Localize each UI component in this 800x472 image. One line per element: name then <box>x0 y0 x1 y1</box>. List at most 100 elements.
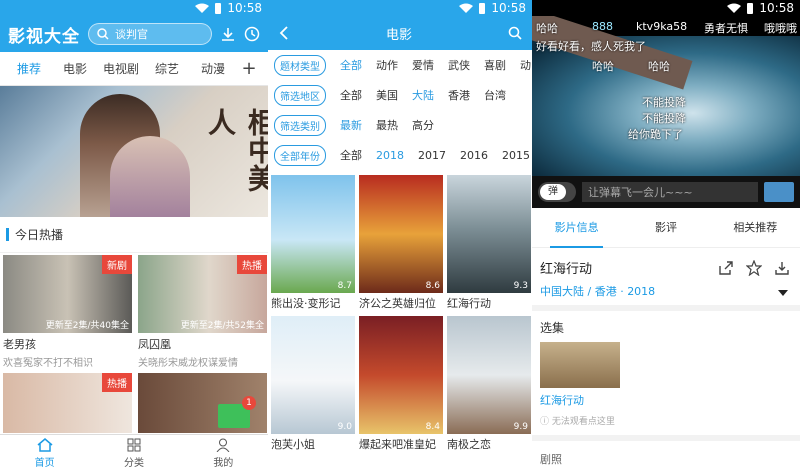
movie-score: 9.3 <box>513 281 528 291</box>
cannot-play-link[interactable]: ⓘ 无法观看点这里 <box>540 414 792 427</box>
filter-option[interactable]: 香港 <box>448 87 470 103</box>
wifi-icon <box>727 3 742 13</box>
danmaku-toggle[interactable]: 弹 <box>538 182 576 202</box>
show-thumbnail: 新剧 更新至2集/共40集全 <box>3 255 132 333</box>
show-thumbnail: 热播 <box>3 373 132 433</box>
movie-poster: 8.4 <box>359 316 443 434</box>
add-tab-icon[interactable]: + <box>236 58 262 79</box>
battery-icon <box>215 2 222 14</box>
movie-poster: 9.9 <box>447 316 531 434</box>
tab-movies[interactable]: 电影 <box>52 60 98 77</box>
nav-label: 我的 <box>213 458 234 469</box>
filter-option[interactable]: 2015 <box>502 149 530 162</box>
filter-option[interactable]: 台湾 <box>484 87 506 103</box>
filter-sort: 筛选类别 最新 最热 高分 <box>268 110 532 140</box>
show-card[interactable]: 热播 <box>3 373 132 433</box>
tab-recommend[interactable]: 推荐 <box>6 60 52 77</box>
show-card[interactable]: 新剧 更新至2集/共40集全 老男孩 欢喜冤家不打不相识 <box>3 255 132 369</box>
nav-label: 首页 <box>34 458 55 469</box>
filter-option[interactable]: 高分 <box>412 117 434 133</box>
danmaku-input[interactable]: 让弹幕飞一会儿~~~ <box>582 182 758 202</box>
filter-option[interactable]: 喜剧 <box>484 57 506 73</box>
filter-option[interactable]: 爱情 <box>412 57 434 73</box>
episode-title[interactable]: 红海行动 <box>540 392 792 408</box>
share-icon[interactable] <box>718 260 734 276</box>
nav-home[interactable]: 首页 <box>0 435 89 472</box>
hero-banner[interactable]: 柜中美人 <box>0 86 268 217</box>
show-thumbnail: 热播 更新至2集/共52集全 <box>138 255 267 333</box>
danmaku-comment: 哈哈 <box>648 60 670 73</box>
danmaku-comment: ktv9ka58 <box>636 20 688 33</box>
battery-icon <box>479 2 486 14</box>
filter-option[interactable]: 最热 <box>376 117 398 133</box>
status-time: 10:58 <box>759 1 794 15</box>
movie-card[interactable]: 9.0 泡芙小姐 <box>271 316 355 457</box>
movie-card[interactable]: 8.7 熊出没·变形记 <box>271 175 355 316</box>
filter-option[interactable]: 全部 <box>340 57 362 73</box>
search-input[interactable]: 谈判官 <box>88 23 212 45</box>
status-time: 10:58 <box>491 1 526 15</box>
page-title: 电影 <box>385 27 412 43</box>
episode-thumbnail[interactable] <box>540 342 620 388</box>
status-time: 10:58 <box>227 1 262 15</box>
home-screen: 10:58 影视大全 谈判官 推荐 电影 电视剧 综艺 动漫 + 柜中美人 今日… <box>0 0 268 472</box>
filter-option[interactable]: 武侠 <box>448 57 470 73</box>
tab-related[interactable]: 相关推荐 <box>711 208 800 248</box>
nav-profile[interactable]: 我的 <box>179 435 268 472</box>
show-title: 老男孩 <box>3 338 36 351</box>
search-icon <box>97 28 109 40</box>
filter-option[interactable]: 动作 <box>376 57 398 73</box>
tab-variety[interactable]: 综艺 <box>144 60 190 77</box>
video-player[interactable]: 哈哈 888 ktv9ka58 勇者无惧 哦哦哦 好看好看，感人死我了 哈哈 哈… <box>532 16 800 176</box>
status-bar: 10:58 <box>268 0 532 16</box>
tab-tv[interactable]: 电视剧 <box>98 60 144 77</box>
movie-poster: 8.6 <box>359 175 443 293</box>
filter-option[interactable]: 2016 <box>460 149 488 162</box>
history-icon[interactable] <box>244 26 260 42</box>
app-header: 影视大全 谈判官 <box>0 16 268 52</box>
filter-label[interactable]: 筛选地区 <box>274 84 326 106</box>
filter-option[interactable]: 美国 <box>376 87 398 103</box>
movie-card[interactable]: 9.3 红海行动 <box>447 175 531 316</box>
expand-icon[interactable] <box>778 290 788 296</box>
filter-label[interactable]: 筛选类别 <box>274 114 326 136</box>
filter-label[interactable]: 题材类型 <box>274 54 326 76</box>
filter-option[interactable]: 最新 <box>340 117 362 133</box>
battery-icon <box>747 2 754 14</box>
danmaku-comment: 给你跪下了 <box>628 128 683 141</box>
movie-score: 9.9 <box>513 422 528 432</box>
danmaku-comment: 不能投降 <box>642 112 686 125</box>
send-rocket-icon[interactable] <box>764 182 794 202</box>
nav-category[interactable]: 分类 <box>89 435 178 472</box>
movie-card[interactable]: 9.9 南极之恋 <box>447 316 531 457</box>
wifi-icon <box>195 3 210 13</box>
filter-label[interactable]: 全部年份 <box>274 144 326 166</box>
show-card[interactable]: 热播 更新至2集/共52集全 凤囚凰 关晓彤宋威龙权谋爱情 <box>138 255 267 369</box>
movie-poster: 9.3 <box>447 175 531 293</box>
tab-reviews[interactable]: 影评 <box>621 208 710 248</box>
action-icons <box>718 260 790 276</box>
star-icon[interactable] <box>746 260 762 276</box>
filter-option[interactable]: 大陆 <box>412 87 434 103</box>
download-icon[interactable] <box>220 26 236 42</box>
movie-card[interactable]: 8.4 爆起来吧准皇妃 <box>359 316 443 457</box>
movie-card[interactable]: 8.6 济公之英雄归位 <box>359 175 443 316</box>
search-icon[interactable] <box>508 26 522 40</box>
tab-info[interactable]: 影片信息 <box>532 208 621 248</box>
filter-option[interactable]: 2017 <box>418 149 446 162</box>
movie-poster: 8.7 <box>271 175 355 293</box>
filter-option[interactable]: 2018 <box>376 149 404 162</box>
movie-detail-screen: 10:58 哈哈 888 ktv9ka58 勇者无惧 哦哦哦 好看好看，感人死我… <box>532 0 800 472</box>
filter-year: 全部年份 全部 2018 2017 2016 2015 <box>268 140 532 170</box>
movie-score: 8.7 <box>337 281 352 291</box>
back-icon[interactable] <box>278 26 290 40</box>
filter-option[interactable]: 全部 <box>340 147 362 163</box>
tab-anime[interactable]: 动漫 <box>190 60 236 77</box>
nav-label: 分类 <box>123 458 144 469</box>
filter-option[interactable]: 全部 <box>340 87 362 103</box>
filter-option[interactable]: 动 <box>520 57 531 73</box>
movie-score: 9.0 <box>337 422 352 432</box>
download-icon[interactable] <box>774 260 790 276</box>
episode-caption: 更新至2集/共40集全 <box>45 321 129 331</box>
movie-title: 熊出没·变形记 <box>271 297 341 310</box>
